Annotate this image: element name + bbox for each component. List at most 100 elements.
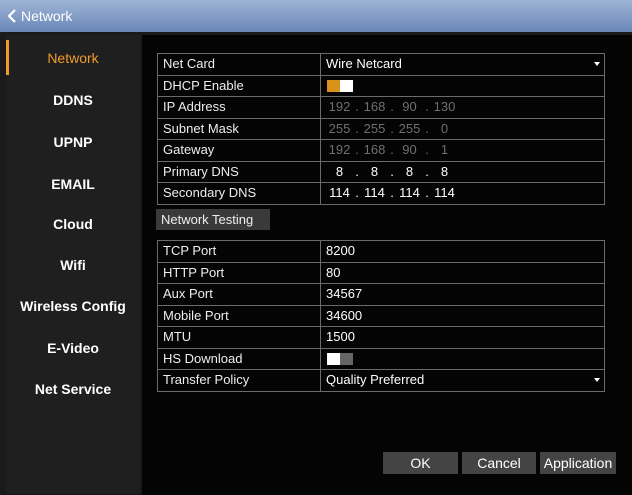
sidebar-item-wireless-config[interactable]: Wireless Config — [6, 285, 140, 326]
octet-separator: . — [355, 185, 359, 200]
octet-separator: . — [425, 163, 429, 179]
title-bar: Network — [0, 0, 632, 32]
http-port-field[interactable]: 80 — [321, 263, 604, 284]
dropdown-arrow-icon — [594, 378, 600, 382]
octet-separator: . — [355, 99, 359, 114]
table-row: TCP Port 8200 — [158, 241, 604, 262]
aux-port-field[interactable]: 34567 — [321, 284, 604, 305]
table-row: HS Download — [158, 347, 604, 370]
cancel-button[interactable]: Cancel — [462, 452, 536, 474]
gateway-octet: 168 — [363, 142, 386, 157]
dhcp-cell — [321, 76, 604, 97]
dhcp-toggle-knob — [340, 79, 353, 92]
mtu-field[interactable]: 1500 — [321, 327, 604, 348]
table-row: Gateway 192. 168. 90. 1 — [158, 139, 604, 161]
hs-download-label: HS Download — [158, 348, 321, 369]
http-port-label: HTTP Port — [158, 262, 321, 283]
hs-toggle-off — [340, 352, 353, 365]
table-row: Transfer Policy Quality Preferred — [158, 369, 604, 391]
table-row: DHCP Enable — [158, 74, 604, 97]
dns-octet: 8 — [370, 163, 379, 179]
table-row: Secondary DNS 114. 114. 114. 114 — [158, 182, 604, 204]
subnet-octet: 255 — [398, 120, 421, 136]
mobile-port-label: Mobile Port — [158, 305, 321, 326]
dns-octet: 114 — [399, 185, 420, 200]
back-button[interactable]: Network — [7, 8, 72, 24]
sidebar-item-network[interactable]: Network — [6, 37, 140, 78]
subnet-octet: 255 — [328, 120, 351, 136]
octet-separator: . — [425, 99, 429, 114]
dropdown-arrow-icon — [594, 62, 600, 66]
octet-separator: . — [390, 99, 394, 114]
ip-address-field[interactable]: 192. 168. 90. 130 — [321, 97, 604, 118]
table-row: Net Card Wire Netcard — [158, 54, 604, 75]
gateway-octet: 1 — [440, 142, 449, 157]
subnet-octet: 0 — [440, 120, 449, 136]
subnet-mask-field[interactable]: 255. 255. 255. 0 — [321, 119, 604, 140]
mtu-label: MTU — [158, 327, 321, 348]
dns-octet: 8 — [335, 163, 344, 179]
tcp-port-label: TCP Port — [158, 241, 321, 262]
chevron-left-icon — [7, 9, 16, 23]
application-button[interactable]: Application — [540, 452, 616, 474]
table-row: IP Address 192. 168. 90. 130 — [158, 96, 604, 118]
ip-address-label: IP Address — [158, 97, 321, 118]
transfer-policy-value: Quality Preferred — [326, 372, 425, 387]
sidebar-item-upnp[interactable]: UPNP — [6, 121, 140, 162]
octet-separator: . — [390, 120, 394, 136]
table-row: Mobile Port 34600 — [158, 304, 604, 327]
gateway-octet: 192 — [328, 142, 351, 157]
table-row: Primary DNS 8. 8. 8. 8 — [158, 160, 604, 183]
dhcp-label: DHCP Enable — [158, 75, 321, 96]
network-testing-button[interactable]: Network Testing — [156, 209, 270, 230]
table-row: MTU 1500 — [158, 326, 604, 348]
net-card-select[interactable]: Wire Netcard — [321, 54, 604, 75]
hs-download-cell — [321, 349, 604, 370]
sidebar: Network DDNS UPNP EMAIL Cloud Wifi Wirel… — [6, 35, 140, 493]
net-card-label: Net Card — [158, 54, 321, 75]
aux-port-label: Aux Port — [158, 284, 321, 305]
dhcp-toggle-on — [327, 79, 340, 92]
transfer-policy-label: Transfer Policy — [158, 370, 321, 391]
ip-octet: 90 — [402, 99, 417, 114]
dns-octet: 8 — [405, 163, 414, 179]
subnet-octet: 255 — [363, 120, 386, 136]
primary-dns-field[interactable]: 8. 8. 8. 8 — [321, 162, 604, 183]
octet-separator: . — [390, 163, 394, 179]
sidebar-item-email[interactable]: EMAIL — [6, 163, 140, 204]
transfer-policy-select[interactable]: Quality Preferred — [321, 370, 604, 391]
hs-download-toggle[interactable] — [327, 352, 353, 365]
table-row: Aux Port 34567 — [158, 283, 604, 305]
ip-octet: 168 — [363, 99, 386, 114]
mobile-port-field[interactable]: 34600 — [321, 306, 604, 327]
subnet-mask-label: Subnet Mask — [158, 118, 321, 139]
gateway-label: Gateway — [158, 140, 321, 161]
sidebar-item-wifi[interactable]: Wifi — [6, 244, 140, 285]
octet-separator: . — [355, 142, 359, 157]
ok-button[interactable]: OK — [383, 452, 458, 474]
dhcp-toggle[interactable] — [327, 79, 353, 92]
octet-separator: . — [425, 120, 429, 136]
window-title: Network — [21, 8, 73, 24]
ip-octet: 192 — [328, 99, 351, 114]
sidebar-item-cloud[interactable]: Cloud — [6, 203, 140, 244]
tcp-port-field[interactable]: 8200 — [321, 241, 604, 262]
dns-octet: 114 — [329, 185, 350, 200]
secondary-dns-label: Secondary DNS — [158, 183, 321, 204]
table-row: Subnet Mask 255. 255. 255. 0 — [158, 117, 604, 140]
sidebar-item-e-video[interactable]: E-Video — [6, 327, 140, 368]
secondary-dns-field[interactable]: 114. 114. 114. 114 — [321, 183, 604, 204]
sidebar-item-net-service[interactable]: Net Service — [6, 368, 140, 409]
ip-octet: 130 — [433, 99, 456, 114]
gateway-field[interactable]: 192. 168. 90. 1 — [321, 140, 604, 161]
octet-separator: . — [355, 120, 359, 136]
network-settings-table: Net Card Wire Netcard DHCP Enable IP Add… — [157, 53, 605, 205]
octet-separator: . — [355, 163, 359, 179]
octet-separator: . — [425, 142, 429, 157]
sidebar-item-ddns[interactable]: DDNS — [6, 79, 140, 120]
hs-toggle-knob — [327, 352, 340, 365]
table-row: HTTP Port 80 — [158, 261, 604, 284]
dns-octet: 114 — [364, 185, 385, 200]
dns-octet: 114 — [434, 185, 455, 200]
ports-table: TCP Port 8200 HTTP Port 80 Aux Port 3456… — [157, 240, 605, 392]
